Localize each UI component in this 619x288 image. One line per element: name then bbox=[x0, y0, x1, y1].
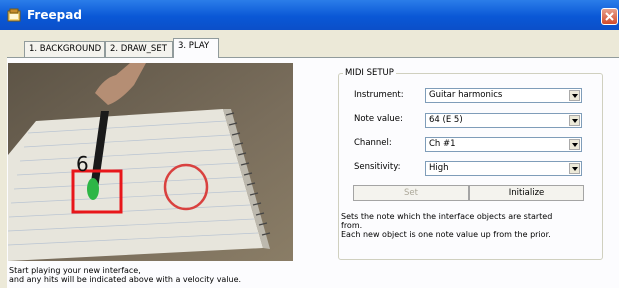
note-value: 64 (E 5) bbox=[429, 115, 463, 125]
channel-select[interactable]: Ch #1 bbox=[425, 137, 582, 152]
midi-setup-legend: MIDI SETUP bbox=[345, 68, 394, 78]
play-hint: Start playing your new interface, and an… bbox=[9, 266, 299, 284]
play-hint-line: and any hits will be indicated above wit… bbox=[9, 275, 242, 284]
velocity-label: 6 bbox=[76, 152, 89, 176]
instrument-select[interactable]: Guitar harmonics bbox=[425, 88, 582, 103]
midi-description: Sets the note which the interface object… bbox=[341, 212, 601, 239]
chevron-down-icon[interactable] bbox=[569, 115, 580, 126]
tab-label: 1. BACKGROUND bbox=[29, 44, 102, 54]
close-button[interactable] bbox=[601, 8, 618, 25]
chevron-down-icon[interactable] bbox=[569, 139, 580, 150]
tab-label: 2. DRAW_SET bbox=[110, 44, 167, 54]
camera-view: 6 bbox=[8, 63, 293, 261]
close-icon bbox=[605, 12, 614, 21]
note-value-label: Note value: bbox=[354, 114, 403, 124]
channel-label: Channel: bbox=[354, 138, 392, 148]
tab-draw-set[interactable]: 2. DRAW_SET bbox=[105, 41, 173, 57]
instrument-value: Guitar harmonics bbox=[429, 90, 503, 100]
camera-image: 6 bbox=[8, 63, 293, 261]
chevron-down-icon[interactable] bbox=[569, 163, 580, 174]
chevron-down-icon[interactable] bbox=[569, 90, 580, 101]
tab-label: 3. PLAY bbox=[178, 41, 210, 51]
tab-play[interactable]: 3. PLAY bbox=[173, 38, 219, 58]
set-button[interactable]: Set bbox=[353, 185, 469, 201]
tab-background[interactable]: 1. BACKGROUND bbox=[24, 41, 105, 57]
instrument-label: Instrument: bbox=[354, 90, 404, 100]
sensitivity-label: Sensitivity: bbox=[354, 162, 401, 172]
sensitivity-value: High bbox=[429, 163, 449, 173]
tab-strip: 1. BACKGROUND 2. DRAW_SET 3. PLAY bbox=[0, 38, 619, 58]
initialize-button[interactable]: Initialize bbox=[469, 185, 584, 201]
description-line: from. bbox=[341, 221, 363, 230]
description-line: Each new object is one note value up fro… bbox=[341, 230, 551, 239]
channel-value: Ch #1 bbox=[429, 139, 456, 149]
app-icon bbox=[7, 8, 21, 22]
play-hint-line: Start playing your new interface, bbox=[9, 266, 141, 275]
window-title: Freepad bbox=[27, 8, 82, 22]
title-bar: Freepad bbox=[0, 0, 619, 30]
note-value-select[interactable]: 64 (E 5) bbox=[425, 113, 582, 128]
sensitivity-select[interactable]: High bbox=[425, 161, 582, 176]
description-line: Sets the note which the interface object… bbox=[341, 212, 553, 221]
